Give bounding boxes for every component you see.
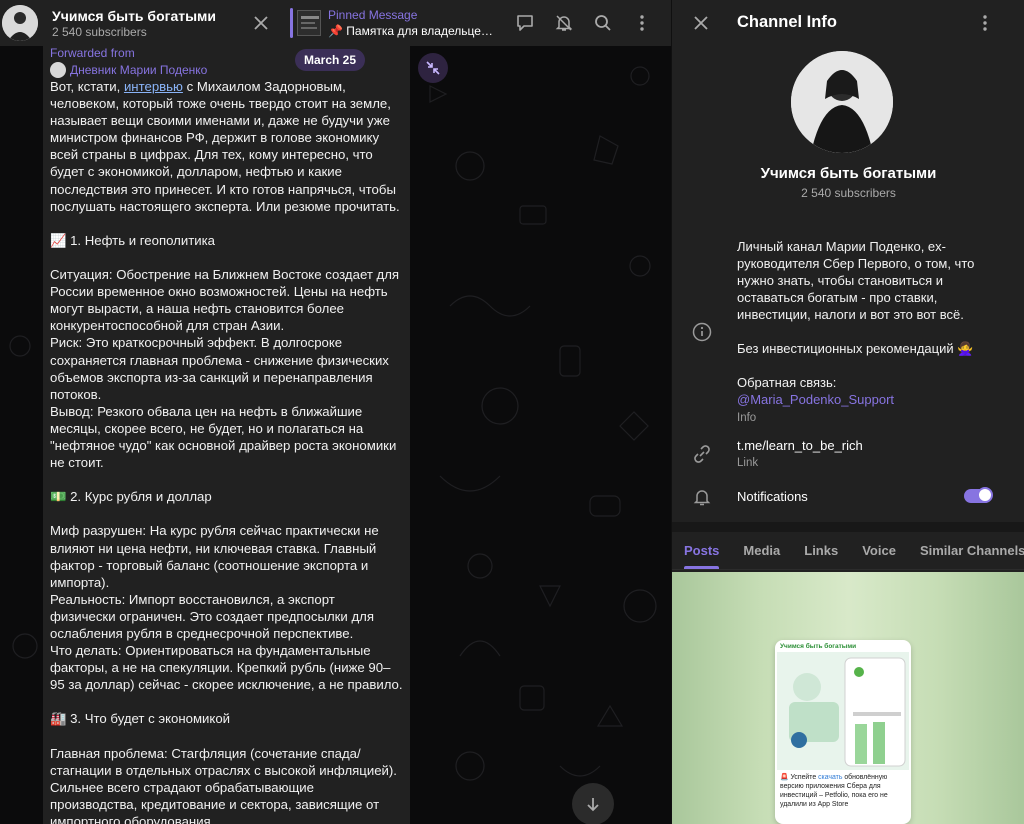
pinned-label: Pinned Message	[328, 8, 418, 22]
search-icon[interactable]	[592, 12, 614, 34]
card-text-before: 🚨 Успейте	[780, 774, 819, 781]
message-text-intro-rest: с Михаилом Задорновым, человеком, которы…	[50, 79, 400, 214]
forwarded-label: Forwarded from	[50, 46, 135, 60]
tab-voice[interactable]: Voice	[850, 532, 908, 569]
info-icon	[692, 322, 712, 347]
mute-bell-icon[interactable]	[553, 12, 575, 34]
message-text: Вот, кстати, интервью с Михаилом Задорно…	[50, 78, 406, 824]
forwarded-author-name: Дневник Марии Поденко	[70, 63, 208, 77]
notifications-toggle[interactable]	[964, 487, 993, 503]
message-text-body: 📈 1. Нефть и геополитика Ситуация: Обост…	[50, 232, 403, 824]
close-icon[interactable]	[250, 13, 272, 33]
card-header: Учимся быть богатыми	[780, 643, 857, 650]
support-mention-link[interactable]: @Maria_Podenko_Support	[737, 392, 894, 407]
channel-info-panel: Channel Info Учимся быть богатыми 2 540 …	[671, 0, 1024, 824]
comments-icon[interactable]	[514, 12, 536, 34]
close-panel-icon[interactable]	[691, 13, 711, 33]
post-card[interactable]: Учимся быть богатыми 🚨 Успейте скачать о…	[775, 640, 911, 824]
notifications-label: Notifications	[737, 489, 808, 504]
panel-channel-name: Учимся быть богатыми	[760, 165, 937, 182]
pinned-text: 📌 Памятка для владельцев ...	[328, 24, 494, 38]
tab-links[interactable]: Links	[792, 532, 850, 569]
panel-subscriber-count: 2 540 subscribers	[801, 186, 896, 200]
chat-area: Учимся быть богатыми 2 540 subscribers P…	[0, 0, 671, 824]
interview-link[interactable]: интервью	[124, 79, 183, 94]
forwarded-author[interactable]: Дневник Марии Поденко	[50, 62, 207, 78]
link-label: Link	[737, 457, 759, 469]
pinned-thumbnail	[297, 10, 321, 36]
link-icon	[692, 444, 712, 469]
tab-posts[interactable]: Posts	[672, 532, 731, 569]
section-divider	[672, 522, 1024, 532]
message-bubble[interactable]: Forwarded from Дневник Марии Поденко Вот…	[43, 46, 410, 824]
collapse-icon[interactable]	[418, 53, 448, 83]
forwarded-author-avatar	[50, 62, 66, 78]
chat-header: Учимся быть богатыми 2 540 subscribers P…	[0, 0, 671, 46]
date-pill: March 25	[295, 49, 366, 71]
more-menu-icon[interactable]	[632, 12, 652, 34]
message-text-intro: Вот, кстати,	[50, 79, 124, 94]
card-image	[777, 652, 909, 770]
card-download-link[interactable]: скачать	[818, 774, 842, 781]
channel-link[interactable]: t.me/learn_to_be_rich	[737, 438, 863, 453]
pinned-indicator	[290, 8, 293, 38]
channel-title[interactable]: Учимся быть богатыми	[52, 8, 216, 24]
tab-media[interactable]: Media	[731, 532, 792, 569]
tab-similar-channels[interactable]: Similar Channels	[908, 532, 1024, 569]
channel-description: Личный канал Марии Поденко, ex- руководи…	[737, 238, 1012, 427]
bell-icon	[692, 487, 712, 512]
scroll-down-button[interactable]	[572, 783, 614, 824]
media-tabs: Posts Media Links Voice Similar Channels	[672, 532, 1024, 570]
panel-title: Channel Info	[737, 13, 837, 31]
subscriber-count: 2 540 subscribers	[52, 25, 147, 39]
info-label: Info	[737, 412, 757, 424]
channel-avatar[interactable]	[2, 5, 38, 41]
post-preview[interactable]: Учимся быть богатыми 🚨 Успейте скачать о…	[672, 572, 1024, 824]
arrow-down-icon	[587, 798, 599, 812]
channel-photo[interactable]	[791, 51, 893, 153]
description-text: Личный канал Марии Поденко, ex- руководи…	[737, 239, 975, 390]
panel-more-icon[interactable]	[975, 12, 995, 34]
card-text: 🚨 Успейте скачать обновлённую версию при…	[780, 773, 908, 809]
